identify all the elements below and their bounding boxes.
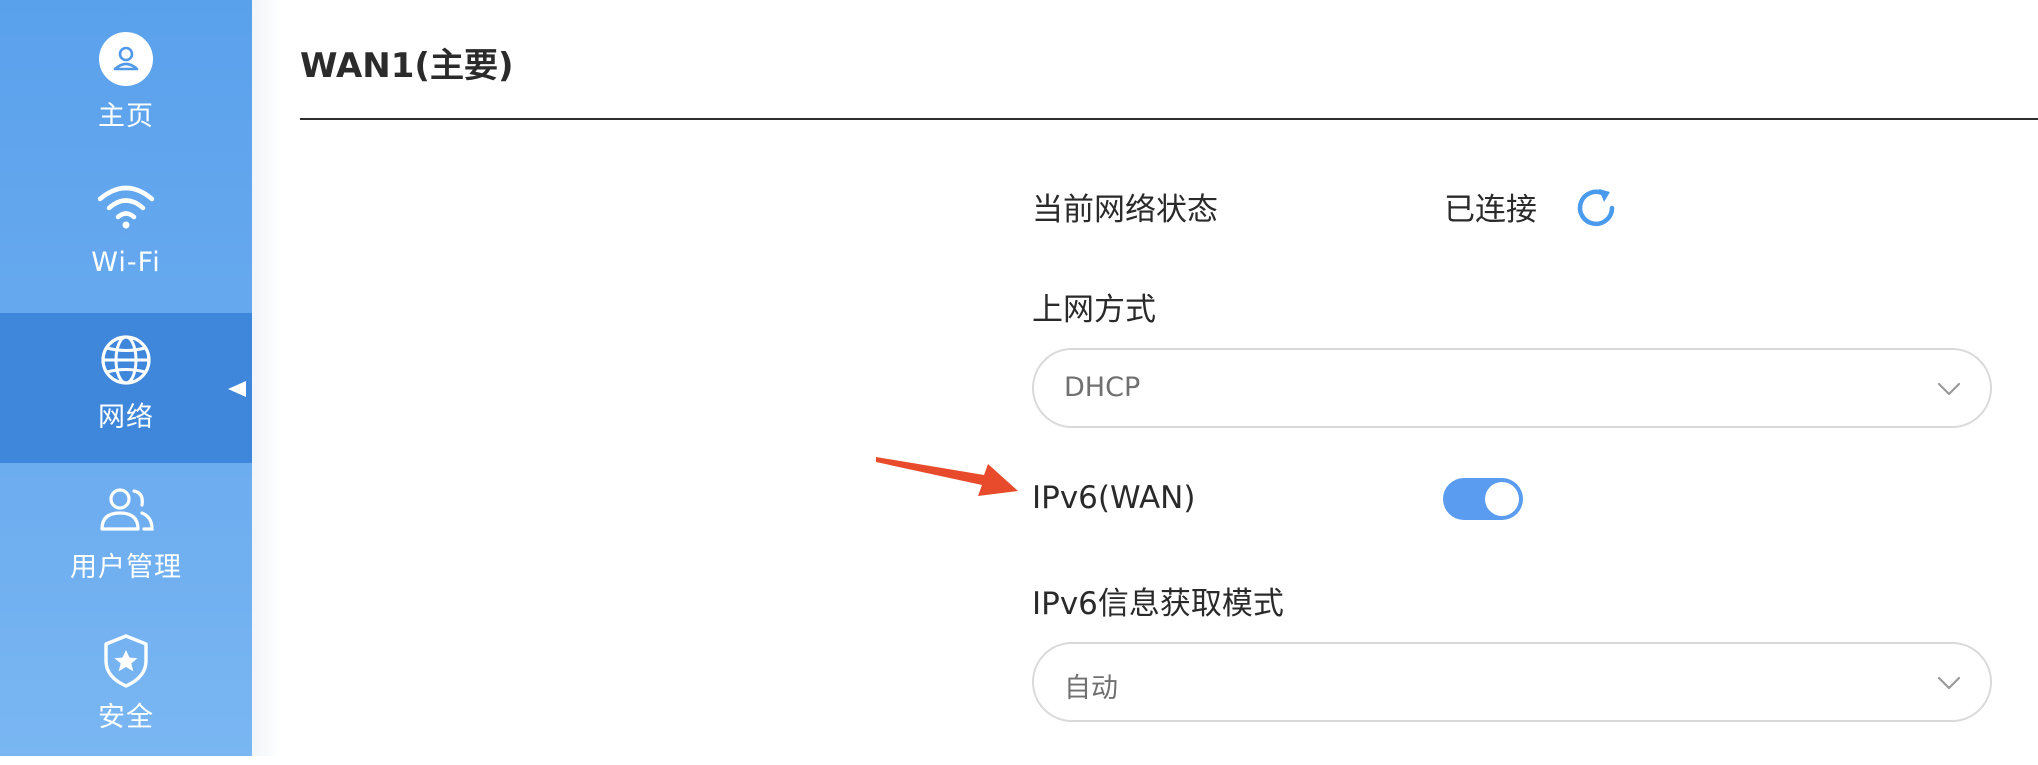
refresh-icon[interactable] — [1568, 180, 1624, 236]
ipv6-mode-value: 自动 — [1064, 673, 1118, 704]
sidebar: 主页 Wi-Fi 网络 用户管理 安全 — [0, 0, 252, 756]
sidebar-item-label: 网络 — [98, 402, 154, 433]
globe-icon — [101, 335, 151, 385]
connection-type-value: DHCP — [1064, 372, 1141, 403]
active-indicator-arrow — [228, 381, 246, 397]
home-user-icon — [99, 32, 153, 86]
ipv6-mode-label: IPv6信息获取模式 — [1032, 586, 1284, 622]
connection-type-label: 上网方式 — [1032, 292, 1156, 328]
sidebar-item-users[interactable]: 用户管理 — [0, 463, 252, 613]
sidebar-item-network[interactable]: 网络 — [0, 313, 252, 463]
ipv6-wan-toggle[interactable] — [1443, 478, 1523, 520]
wifi-icon — [97, 185, 155, 229]
shield-star-icon — [104, 634, 148, 688]
sidebar-item-label: 用户管理 — [70, 552, 182, 583]
users-icon — [100, 488, 154, 531]
chevron-down-icon — [1937, 382, 1961, 396]
page-title: WAN1(主要) — [300, 46, 514, 86]
sidebar-item-security[interactable]: 安全 — [0, 615, 252, 765]
sidebar-item-label: 安全 — [98, 702, 154, 733]
ipv6-mode-select[interactable]: 自动 — [1032, 642, 1992, 722]
chevron-down-icon — [1937, 676, 1961, 690]
network-status-value: 已连接 — [1444, 192, 1537, 228]
title-divider — [300, 118, 2038, 120]
network-status-label: 当前网络状态 — [1032, 192, 1218, 228]
sidebar-item-wifi[interactable]: Wi-Fi — [0, 157, 252, 307]
sidebar-item-label: 主页 — [98, 101, 154, 132]
sidebar-shadow — [252, 0, 282, 756]
sidebar-item-home[interactable]: 主页 — [0, 0, 252, 150]
ipv6-wan-label: IPv6(WAN) — [1032, 480, 1196, 516]
connection-type-select[interactable]: DHCP — [1032, 348, 1992, 428]
annotation-arrow-icon — [876, 457, 1018, 496]
toggle-knob — [1485, 482, 1519, 516]
sidebar-item-label: Wi-Fi — [91, 247, 161, 278]
